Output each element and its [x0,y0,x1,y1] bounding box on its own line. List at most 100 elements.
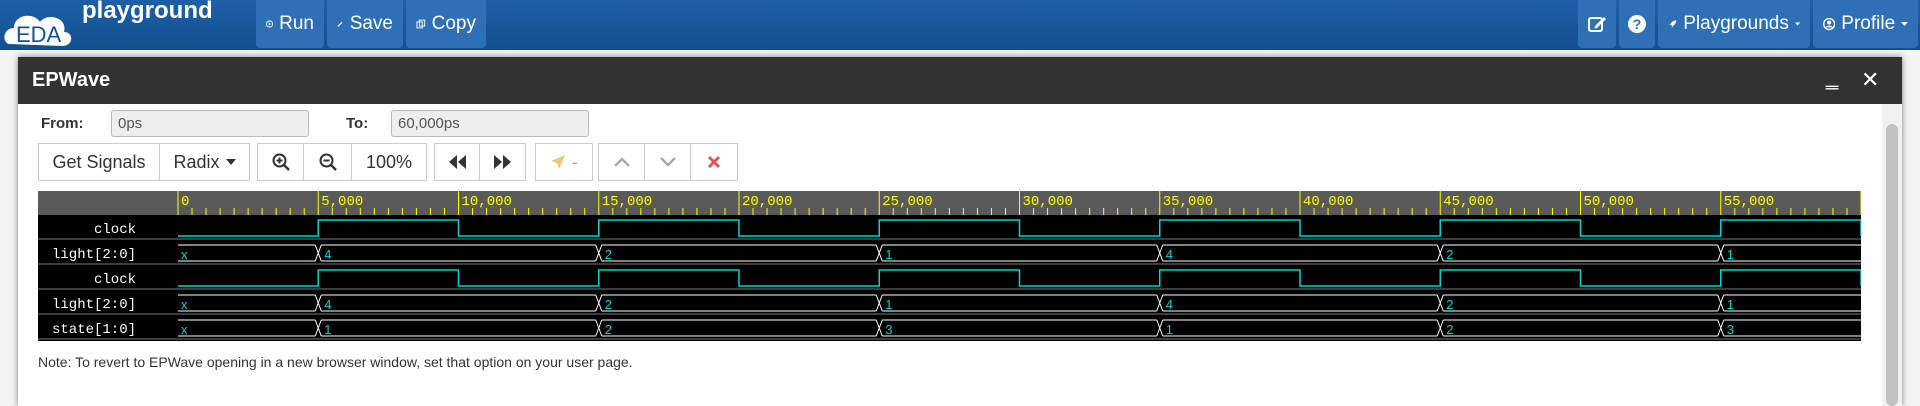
bus-value-label: 4 [324,297,331,312]
bus-transition [1156,244,1164,262]
bus-value-label: 4 [1166,247,1173,262]
zoom-level-display[interactable]: 100% [351,143,427,181]
help-button[interactable]: ? [1619,0,1655,48]
copy-button[interactable]: Copy [406,0,486,48]
forward-icon [493,155,511,169]
bus-value-label: 2 [605,297,612,312]
bus-transition [1156,319,1164,337]
zoom-value: 100% [365,151,413,172]
bus-value-label: 4 [1166,297,1173,312]
waveform-viewer[interactable]: 0 5,000 10,000 15,000 20,000 25,000 30,000 35,0… [38,191,1861,341]
bus-value-label: 2 [1446,247,1453,262]
edit-square-icon [1588,17,1606,32]
bus-value-label: x [181,297,188,312]
bus-transition [314,319,322,337]
remove-button[interactable] [690,143,738,181]
zoom-in-icon [272,153,290,171]
run-button[interactable]: Run [256,0,324,48]
caret-down-icon [1794,22,1800,26]
ruler-tick-label: 25,000 [882,194,932,210]
pencil-icon [337,21,343,27]
bus-value-label: x [181,322,188,337]
play-circle-icon [266,20,274,28]
svg-text:?: ? [1633,16,1642,32]
bus-transition [1436,294,1444,312]
ruler-tick-label: 55,000 [1724,194,1774,210]
edit-button[interactable] [1578,0,1616,48]
user-circle-icon [1823,17,1836,31]
ruler-tick-label: 0 [181,194,189,210]
bus-value-label: x [181,247,188,262]
radix-label: Radix [173,151,220,172]
logo-playground-text: playground [82,0,213,24]
playgrounds-label: Playgrounds [1683,13,1789,34]
scrollbar-thumb[interactable] [1886,124,1898,406]
signal-name: clock [94,272,136,288]
ruler-tick-label: 35,000 [1163,194,1213,210]
zoom-in-button[interactable] [257,143,304,181]
next-button[interactable] [644,143,691,181]
from-input[interactable] [111,110,309,137]
signal-name: light[2:0] [52,297,136,313]
signal-name: state[1:0] [52,322,136,338]
backward-icon [449,155,466,169]
modal-scrollbar[interactable] [1882,104,1902,406]
profile-label: Profile [1841,13,1896,34]
save-button[interactable]: Save [327,0,403,48]
get-signals-button[interactable]: Get Signals [38,143,160,181]
close-icon[interactable]: ✕ [1861,69,1879,91]
bus-transition [595,244,603,262]
times-icon [707,155,721,169]
bus-transition [875,244,883,262]
ruler-tick-label: 50,000 [1584,194,1634,210]
from-label: From: [41,115,84,132]
rewind-button[interactable] [434,143,480,181]
location-arrow-icon [551,155,565,169]
edaplayground-logo[interactable]: EDA playground [2,0,252,50]
prev-button[interactable] [598,143,645,181]
note-text: Note: To revert to EPWave opening in a n… [38,354,633,370]
copy-label: Copy [431,13,476,34]
modal-title: EPWave [32,69,111,91]
rocket-icon [1669,20,1677,28]
caret-down-icon [1901,21,1908,27]
ruler-tick-label: 40,000 [1303,194,1353,210]
bus-transition [595,319,603,337]
bus-transition [1156,294,1164,312]
bus-transition [1717,319,1725,337]
waveform-canvas[interactable]: 0 5,000 10,000 15,000 20,000 25,000 30,000 35,0… [38,191,1861,341]
ruler-tick-label: 5,000 [321,194,363,210]
bus-transition [1436,319,1444,337]
modal-header: EPWave ‗ ✕ [18,57,1902,104]
playgrounds-menu-button[interactable]: Playgrounds [1658,0,1810,48]
bus-transition [875,294,883,312]
caret-down-icon [225,159,236,165]
zoom-out-icon [319,153,337,171]
zoom-out-button[interactable] [303,143,352,181]
question-circle-icon: ? [1628,15,1646,33]
bus-value-label: 1 [1166,322,1173,337]
signal-name: clock [94,222,136,238]
copy-icon [416,19,426,29]
to-label: To: [346,115,369,132]
bus-value-label: 3 [1727,322,1734,337]
minimize-icon[interactable]: ‗ [1826,67,1838,89]
chevron-down-icon [659,157,676,167]
bus-value-label: 1 [324,322,331,337]
chevron-up-icon [613,157,630,167]
forward-button[interactable] [479,143,526,181]
bus-value-label: 1 [885,247,892,262]
bus-transition [314,244,322,262]
bus-value-label: 2 [605,322,612,337]
radix-dropdown[interactable]: Radix [159,143,250,181]
ruler-tick-label: 45,000 [1443,194,1493,210]
marker-button[interactable]: - [535,143,593,181]
bus-value-label: 2 [1446,322,1453,337]
bus-value-label: 4 [324,247,331,262]
bus-value-label: 3 [885,322,892,337]
profile-menu-button[interactable]: Profile [1813,0,1918,48]
to-input[interactable] [391,110,589,137]
run-label: Run [279,13,314,34]
bus-value-label: 2 [605,247,612,262]
bus-transition [875,319,883,337]
